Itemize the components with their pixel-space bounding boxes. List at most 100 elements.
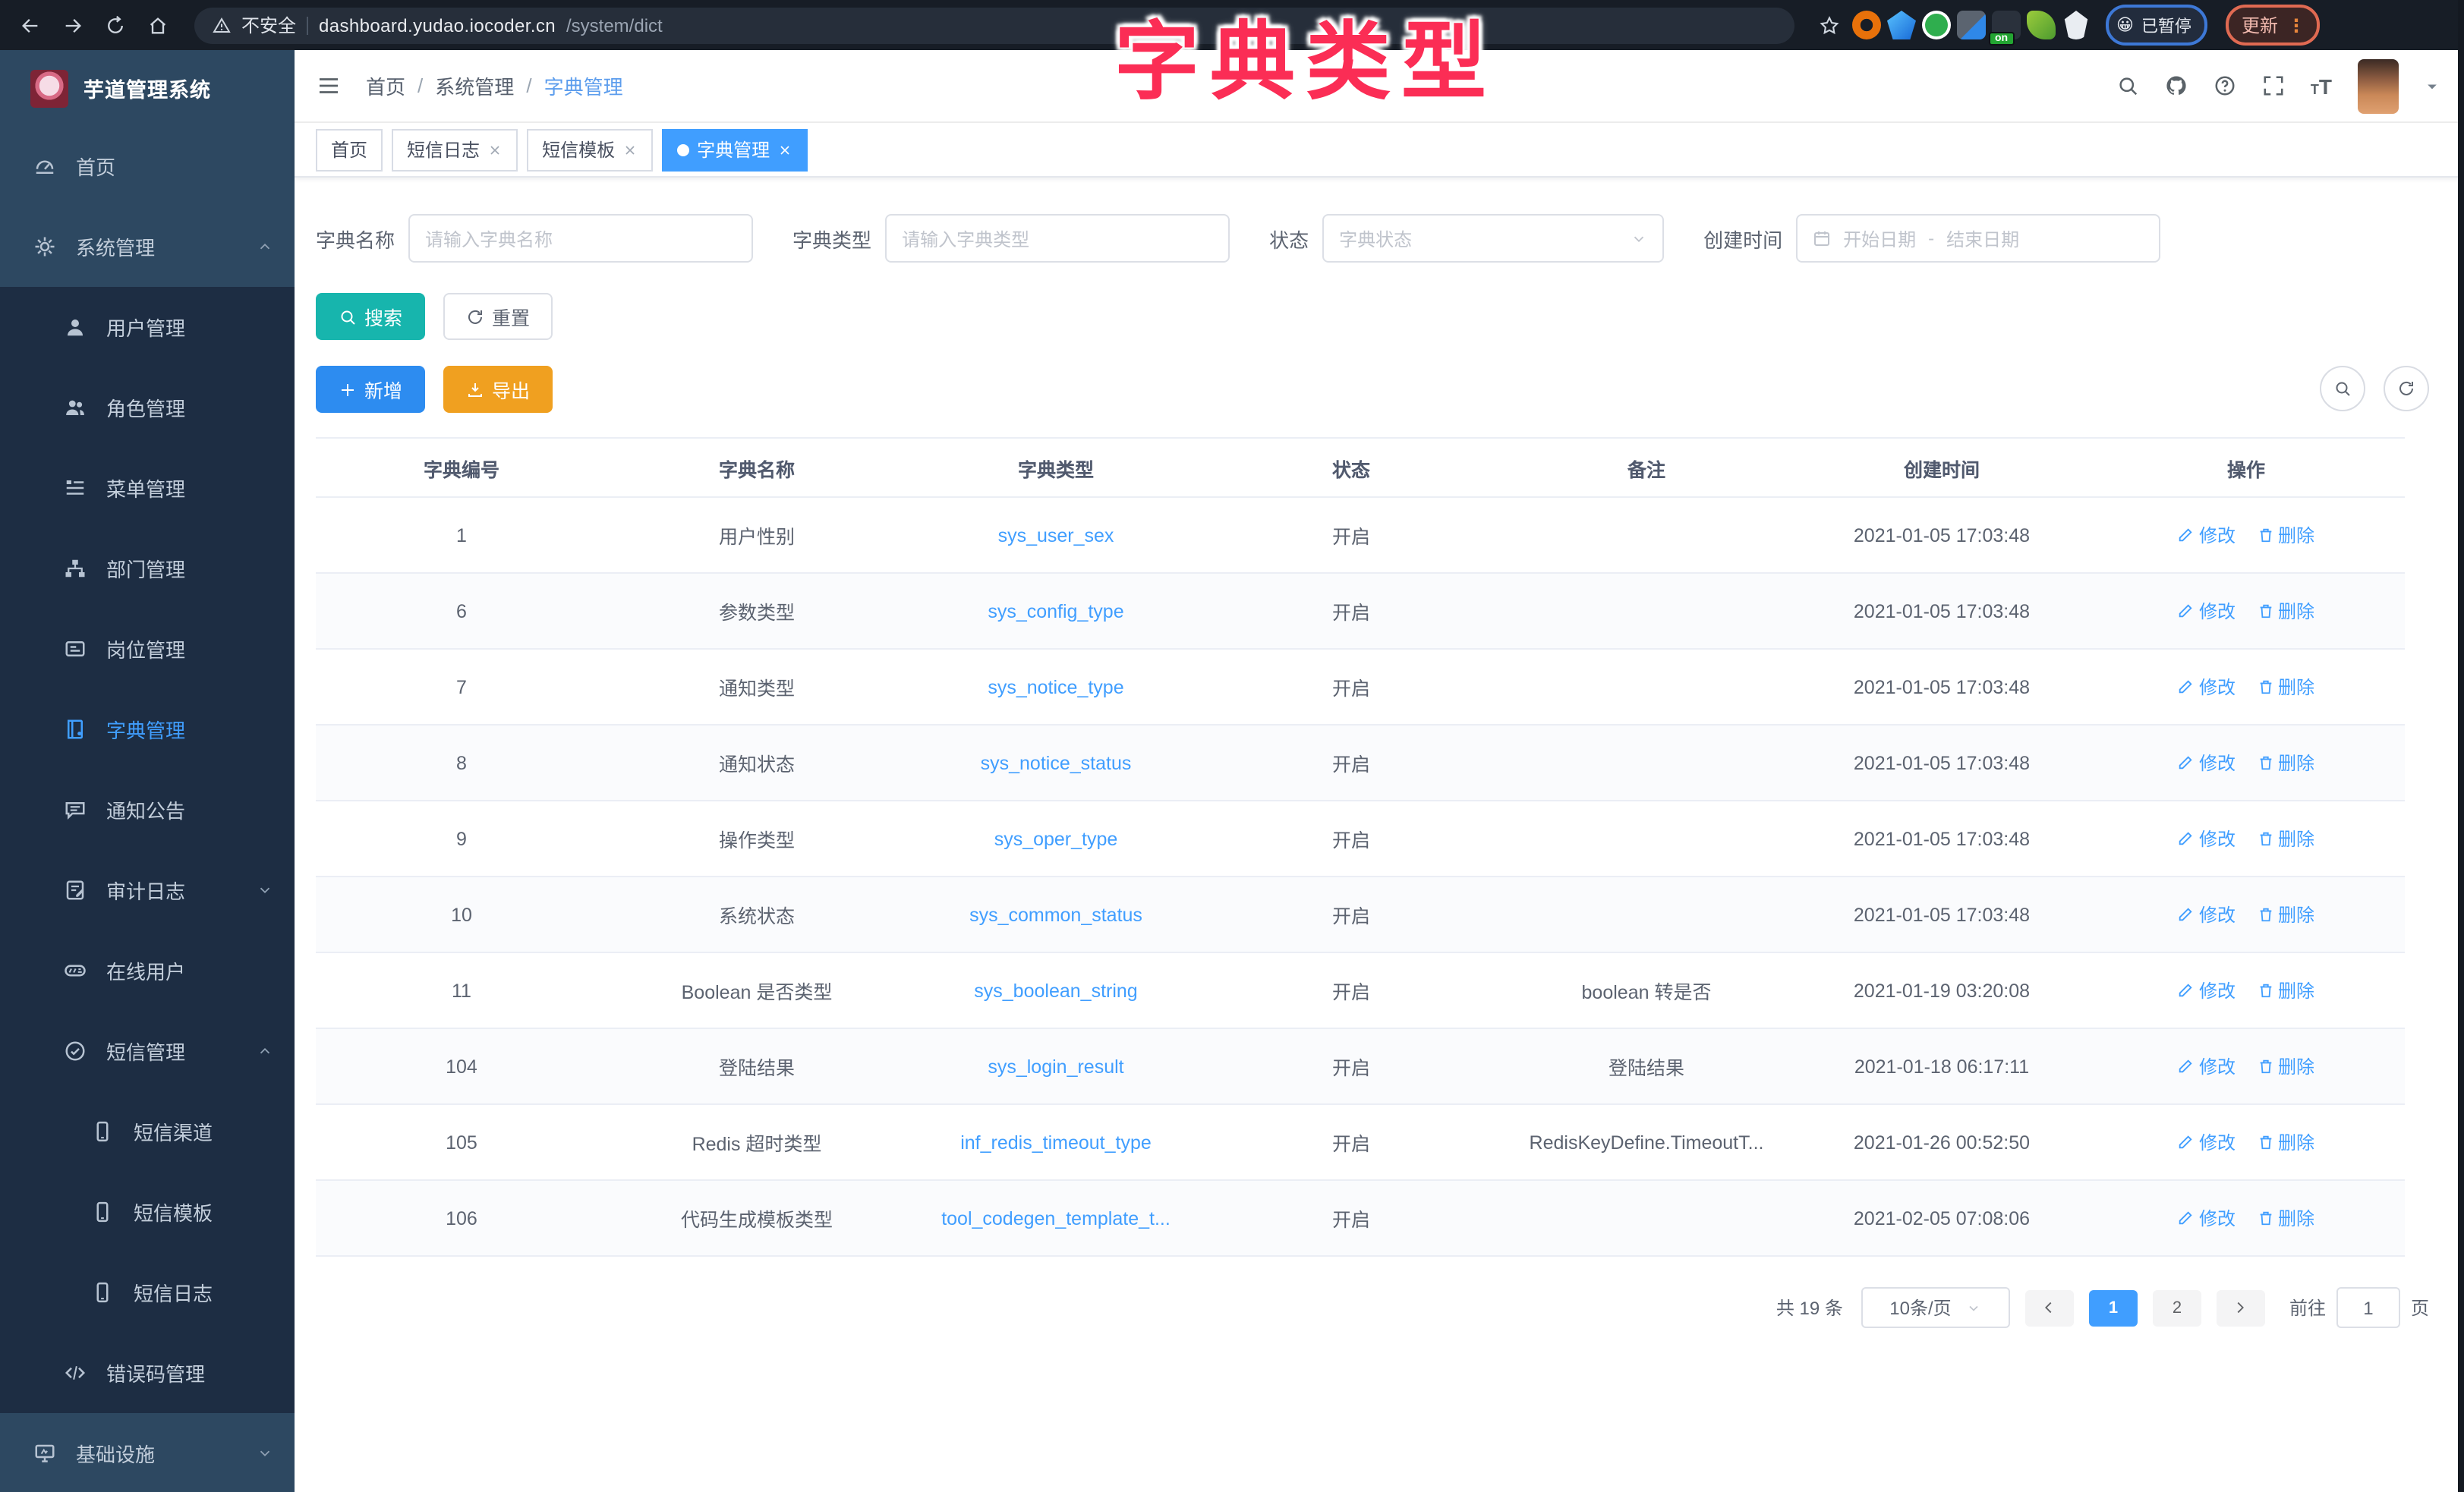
dict-type-link[interactable]: sys_config_type: [988, 600, 1123, 622]
sidebar-item-system[interactable]: 系统管理: [0, 206, 295, 287]
edit-link[interactable]: 修改: [2178, 750, 2236, 776]
browser-home-icon[interactable]: [140, 7, 176, 43]
edit-link[interactable]: 修改: [2178, 598, 2236, 624]
sidebar-item-menus[interactable]: 菜单管理: [0, 448, 295, 528]
next-page-button[interactable]: [2217, 1289, 2265, 1326]
toggle-search-button[interactable]: [2320, 366, 2365, 411]
extension-icon-dark[interactable]: on: [1992, 11, 2021, 39]
delete-link[interactable]: 删除: [2257, 1129, 2314, 1155]
sidebar-item-sms-channel[interactable]: 短信渠道: [0, 1091, 295, 1172]
tab-首页[interactable]: 首页: [316, 128, 383, 171]
delete-link[interactable]: 删除: [2257, 1053, 2314, 1079]
dict-type-link[interactable]: inf_redis_timeout_type: [960, 1132, 1152, 1153]
extension-icon-leaf[interactable]: [2027, 11, 2056, 39]
fullscreen-icon[interactable]: [2262, 74, 2285, 97]
github-icon[interactable]: [2165, 74, 2188, 97]
search-button[interactable]: 搜索: [316, 293, 425, 340]
extension-icon-white[interactable]: [2062, 11, 2091, 39]
edit-link[interactable]: 修改: [2178, 1205, 2236, 1231]
cell-name: 参数类型: [607, 573, 906, 649]
delete-link[interactable]: 删除: [2257, 1205, 2314, 1231]
breadcrumb-item[interactable]: 系统管理: [435, 71, 514, 100]
chrome-update-button[interactable]: 更新 ⋮: [2226, 5, 2321, 46]
close-icon[interactable]: [487, 142, 503, 157]
refresh-table-button[interactable]: [2384, 366, 2429, 411]
page-button-1[interactable]: 1: [2089, 1289, 2138, 1326]
page-button-2[interactable]: 2: [2153, 1289, 2201, 1326]
sidebar-item-error-code[interactable]: 错误码管理: [0, 1333, 295, 1413]
edit-link[interactable]: 修改: [2178, 1129, 2236, 1155]
avatar-caret-down-icon[interactable]: [2425, 78, 2440, 93]
sidebar-item-posts[interactable]: 岗位管理: [0, 609, 295, 689]
browser-reload-icon[interactable]: [97, 7, 134, 43]
page-size-select[interactable]: 10条/页: [1861, 1287, 2010, 1328]
extension-icon-green[interactable]: [1922, 11, 1951, 39]
edit-link[interactable]: 修改: [2178, 977, 2236, 1003]
date-range-picker[interactable]: 开始日期 - 结束日期: [1796, 214, 2160, 263]
sidebar-item-dict[interactable]: 字典管理: [0, 689, 295, 770]
sidebar-item-sms-log[interactable]: 短信日志: [0, 1252, 295, 1333]
sidebar-item-users[interactable]: 用户管理: [0, 287, 295, 367]
dict-name-input[interactable]: 请输入字典名称: [408, 214, 753, 263]
browser-menu-icon[interactable]: ⋮: [2287, 14, 2305, 36]
delete-link[interactable]: 删除: [2257, 826, 2314, 851]
font-size-icon[interactable]: TT: [2311, 74, 2332, 98]
table-row: 104登陆结果sys_login_result开启登陆结果2021-01-18 …: [316, 1028, 2405, 1104]
dict-type-link[interactable]: sys_oper_type: [994, 828, 1118, 849]
edit-link[interactable]: 修改: [2178, 674, 2236, 700]
browser-forward-icon[interactable]: [55, 7, 91, 43]
extension-icon-orange[interactable]: [1852, 11, 1881, 39]
sidebar-item-home[interactable]: 首页: [0, 126, 295, 206]
sidebar-logo-row[interactable]: 芋道管理系统: [0, 50, 295, 126]
edit-link[interactable]: 修改: [2178, 826, 2236, 851]
dict-type-link[interactable]: sys_notice_type: [988, 676, 1123, 697]
sidebar-item-depts[interactable]: 部门管理: [0, 528, 295, 609]
dict-type-link[interactable]: sys_boolean_string: [974, 980, 1137, 1001]
bookmark-star-icon[interactable]: [1819, 14, 1840, 36]
goto-page-input[interactable]: 1: [2336, 1287, 2400, 1328]
delete-link[interactable]: 删除: [2257, 522, 2314, 548]
delete-link[interactable]: 删除: [2257, 902, 2314, 927]
edit-link[interactable]: 修改: [2178, 1053, 2236, 1079]
user-avatar[interactable]: [2358, 58, 2399, 113]
dict-type-link[interactable]: tool_codegen_template_t...: [941, 1207, 1171, 1229]
edit-link[interactable]: 修改: [2178, 522, 2236, 548]
sidebar-item-online-users[interactable]: 在线用户: [0, 930, 295, 1011]
add-button[interactable]: 新增: [316, 366, 425, 413]
delete-link[interactable]: 删除: [2257, 598, 2314, 624]
delete-link[interactable]: 删除: [2257, 750, 2314, 776]
tab-短信日志[interactable]: 短信日志: [392, 128, 518, 171]
status-select[interactable]: 字典状态: [1322, 214, 1664, 263]
export-button[interactable]: 导出: [443, 366, 553, 413]
dict-type-link[interactable]: sys_common_status: [969, 904, 1142, 925]
delete-link[interactable]: 删除: [2257, 977, 2314, 1003]
dict-type-link[interactable]: sys_login_result: [988, 1056, 1123, 1077]
sidebar-item-audit-log[interactable]: 审计日志: [0, 850, 295, 930]
tab-字典管理[interactable]: 字典管理: [662, 128, 808, 171]
profile-paused-badge[interactable]: 😀 已暂停: [2106, 5, 2208, 46]
sidebar-item-infra[interactable]: 基础设施: [0, 1413, 295, 1492]
delete-link[interactable]: 删除: [2257, 674, 2314, 700]
sidebar-item-notice[interactable]: 通知公告: [0, 770, 295, 850]
breadcrumb-item[interactable]: 首页: [366, 71, 405, 100]
help-icon[interactable]: [2214, 74, 2236, 97]
extension-icon-grid[interactable]: [1957, 11, 1986, 39]
tab-短信模板[interactable]: 短信模板: [527, 128, 653, 171]
search-icon[interactable]: [2116, 74, 2139, 97]
dict-type-link[interactable]: sys_user_sex: [998, 524, 1114, 546]
edit-link[interactable]: 修改: [2178, 902, 2236, 927]
close-icon[interactable]: [777, 142, 792, 157]
prev-page-button[interactable]: [2025, 1289, 2074, 1326]
extension-icon-blue-gem[interactable]: [1887, 11, 1916, 39]
dict-type-input[interactable]: 请输入字典类型: [885, 214, 1230, 263]
reset-button[interactable]: 重置: [443, 293, 553, 340]
hamburger-icon[interactable]: [316, 73, 342, 99]
address-bar[interactable]: 不安全 dashboard.yudao.iocoder.cn/system/di…: [194, 7, 1794, 43]
browser-back-icon[interactable]: [12, 7, 49, 43]
sidebar-item-sms-template[interactable]: 短信模板: [0, 1172, 295, 1252]
security-label[interactable]: 不安全: [241, 12, 296, 38]
sidebar-item-sms[interactable]: 短信管理: [0, 1011, 295, 1091]
close-icon[interactable]: [622, 142, 638, 157]
sidebar-item-roles[interactable]: 角色管理: [0, 367, 295, 448]
dict-type-link[interactable]: sys_notice_status: [981, 752, 1132, 773]
